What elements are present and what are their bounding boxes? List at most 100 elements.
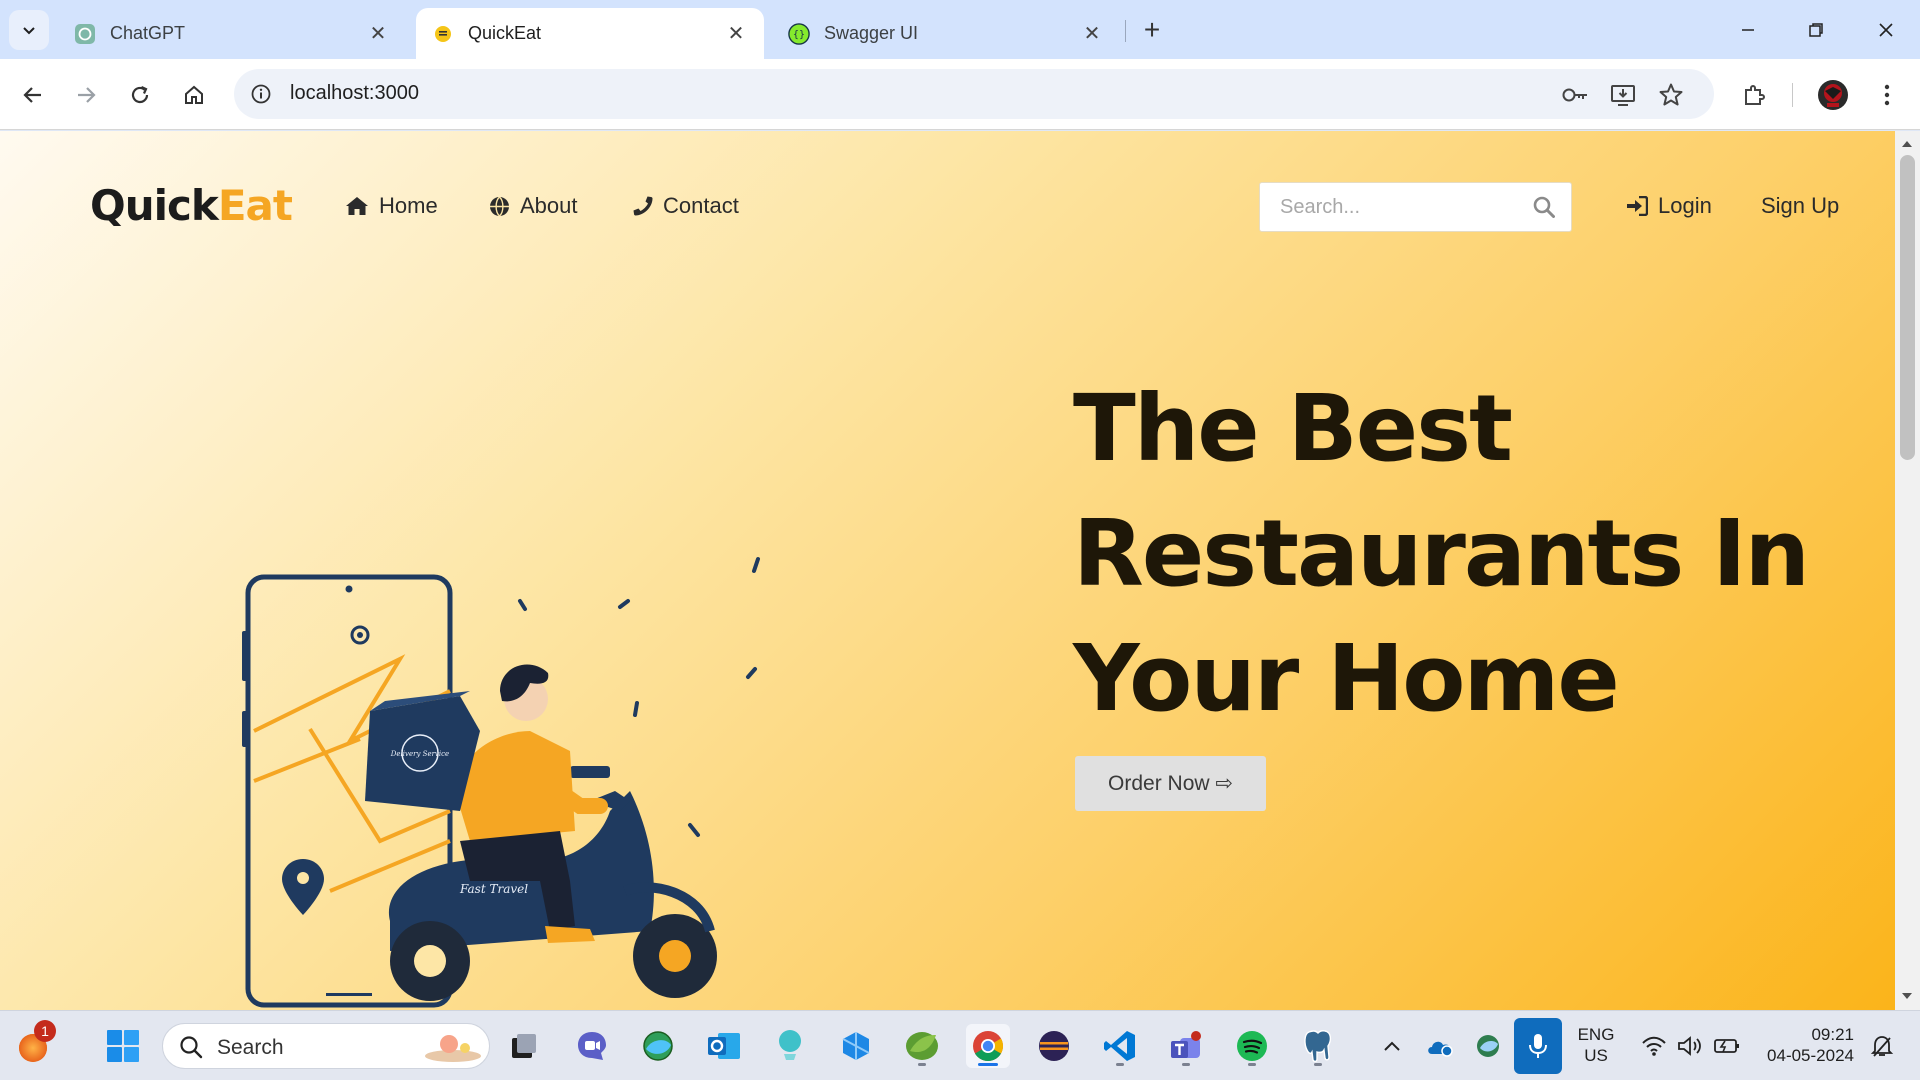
chevron-up-icon xyxy=(1384,1041,1400,1051)
forward-button[interactable] xyxy=(67,76,105,114)
signup-link[interactable]: Sign Up xyxy=(1761,193,1839,219)
phone-icon xyxy=(633,196,653,216)
battery-icon xyxy=(1714,1039,1739,1053)
password-key-icon[interactable] xyxy=(1561,81,1589,109)
new-tab-button[interactable]: + xyxy=(1136,14,1168,46)
profile-avatar[interactable] xyxy=(1814,76,1852,114)
tab-quickeat[interactable]: QuickEat ✕ xyxy=(416,8,764,59)
tab-chatgpt[interactable]: ChatGPT ✕ xyxy=(58,8,406,59)
bookmark-star-icon[interactable] xyxy=(1657,81,1685,109)
taskbar-app-chrome[interactable] xyxy=(966,1024,1010,1068)
chatgpt-icon xyxy=(74,23,96,45)
restore-button[interactable] xyxy=(1792,10,1840,50)
reload-button[interactable] xyxy=(121,76,159,114)
signup-label: Sign Up xyxy=(1761,193,1840,218)
clock-time: 09:21 xyxy=(1811,1025,1854,1044)
order-now-button[interactable]: Order Now ⇨ xyxy=(1075,756,1266,811)
taskbar-app-vscode[interactable] xyxy=(1098,1024,1142,1068)
tab-swagger[interactable]: {} Swagger UI ✕ xyxy=(772,8,1120,59)
notifications-button[interactable] xyxy=(1862,1024,1902,1068)
taskbar-app-spring[interactable] xyxy=(900,1024,944,1068)
arrow-right-icon xyxy=(78,87,96,103)
tab-title: ChatGPT xyxy=(110,23,186,43)
delivery-bag-illustration: Delivery Service xyxy=(365,691,480,811)
clock[interactable]: 09:21 04-05-2024 xyxy=(1754,1024,1854,1066)
search-input[interactable] xyxy=(1260,183,1520,231)
quickeat-page: QuickEat Home About Contact Login Sign U… xyxy=(0,131,1895,1010)
taskbar-app-outlook[interactable] xyxy=(702,1024,746,1068)
delivery-illustration: Fast Travel Delivery Service xyxy=(242,557,760,1008)
quick-settings-button[interactable] xyxy=(1631,1024,1751,1068)
spring-tools-icon xyxy=(906,1032,938,1060)
address-bar[interactable]: localhost:3000 xyxy=(234,69,1714,119)
hero-title: The Best Restaurants In Your Home xyxy=(1073,366,1833,741)
extensions-button[interactable] xyxy=(1735,76,1773,114)
show-hidden-icons-button[interactable] xyxy=(1372,1024,1412,1068)
wifi-icon xyxy=(1642,1036,1666,1056)
reload-icon xyxy=(131,85,149,104)
avatar-icon xyxy=(1818,80,1848,110)
language-indicator[interactable]: ENG US xyxy=(1572,1024,1620,1066)
tab-strip: ChatGPT ✕ QuickEat ✕ {} Swagger UI ✕ + xyxy=(0,0,1920,59)
kebab-menu-icon xyxy=(1884,84,1890,106)
taskbar-app-spotify[interactable] xyxy=(1230,1024,1274,1068)
taskbar-app-assistant[interactable] xyxy=(768,1024,812,1068)
search-container xyxy=(1259,182,1572,232)
scroll-up-icon[interactable] xyxy=(1902,141,1912,147)
minimize-button[interactable] xyxy=(1724,10,1772,50)
running-indicator xyxy=(1314,1063,1322,1066)
vscode-icon xyxy=(1104,1031,1135,1061)
close-tab-icon[interactable]: ✕ xyxy=(724,22,748,46)
running-indicator xyxy=(1182,1063,1190,1066)
taskbar-app-chat[interactable] xyxy=(570,1024,614,1068)
url-text: localhost:3000 xyxy=(290,82,419,104)
minimize-icon xyxy=(1742,29,1754,31)
menu-button[interactable] xyxy=(1868,76,1906,114)
logo-part-eat: Eat xyxy=(217,181,293,230)
spotify-icon xyxy=(1237,1031,1267,1061)
widgets-button[interactable]: 1 xyxy=(12,1020,56,1068)
quickeat-icon xyxy=(432,23,454,45)
close-tab-icon[interactable]: ✕ xyxy=(1080,22,1104,46)
login-link[interactable]: Login xyxy=(1626,193,1712,219)
start-button[interactable] xyxy=(101,1024,145,1068)
nav-about[interactable]: About xyxy=(489,193,578,219)
postgresql-icon xyxy=(1304,1030,1332,1063)
cloud-icon xyxy=(1428,1041,1453,1057)
windows-logo-icon xyxy=(107,1030,139,1062)
install-app-icon[interactable] xyxy=(1609,81,1637,109)
scroll-down-icon[interactable] xyxy=(1902,993,1912,999)
region-label: US xyxy=(1584,1046,1608,1065)
close-window-button[interactable] xyxy=(1862,10,1910,50)
task-view-button[interactable] xyxy=(502,1024,546,1068)
hero-title-line-3: Your Home xyxy=(1073,625,1620,732)
microphone-icon xyxy=(1529,1034,1547,1058)
close-tab-icon[interactable]: ✕ xyxy=(366,22,390,46)
taskbar-app-teams[interactable] xyxy=(1164,1024,1208,1068)
home-icon xyxy=(345,196,369,216)
vpn-tray-button[interactable] xyxy=(1468,1024,1508,1068)
nav-contact[interactable]: Contact xyxy=(633,193,739,219)
voice-input-button[interactable] xyxy=(1514,1018,1562,1074)
onedrive-tray-button[interactable] xyxy=(1420,1024,1460,1068)
nav-home-label: Home xyxy=(379,193,438,218)
search-icon[interactable] xyxy=(1533,196,1555,223)
taskbar-app-files[interactable] xyxy=(834,1024,878,1068)
home-button[interactable] xyxy=(175,76,213,114)
back-button[interactable] xyxy=(14,76,52,114)
tab-search-button[interactable] xyxy=(9,10,49,50)
taskbar-search[interactable]: Search xyxy=(162,1023,490,1069)
globe-icon xyxy=(489,195,510,217)
tab-title: QuickEat xyxy=(468,23,542,43)
taskbar-app-postgres[interactable] xyxy=(1296,1024,1340,1068)
file-manager-icon xyxy=(842,1032,870,1060)
scrollbar-thumb[interactable] xyxy=(1900,155,1915,460)
scooter-brand-text: Fast Travel xyxy=(459,882,528,896)
page-scrollbar[interactable] xyxy=(1895,131,1920,1010)
site-info-icon[interactable] xyxy=(248,81,274,107)
clock-date: 04-05-2024 xyxy=(1767,1046,1854,1065)
taskbar-app-eclipse[interactable] xyxy=(1032,1024,1076,1068)
nav-home[interactable]: Home xyxy=(345,193,438,219)
taskbar-app-edge[interactable] xyxy=(636,1024,680,1068)
site-logo[interactable]: QuickEat xyxy=(90,181,293,230)
